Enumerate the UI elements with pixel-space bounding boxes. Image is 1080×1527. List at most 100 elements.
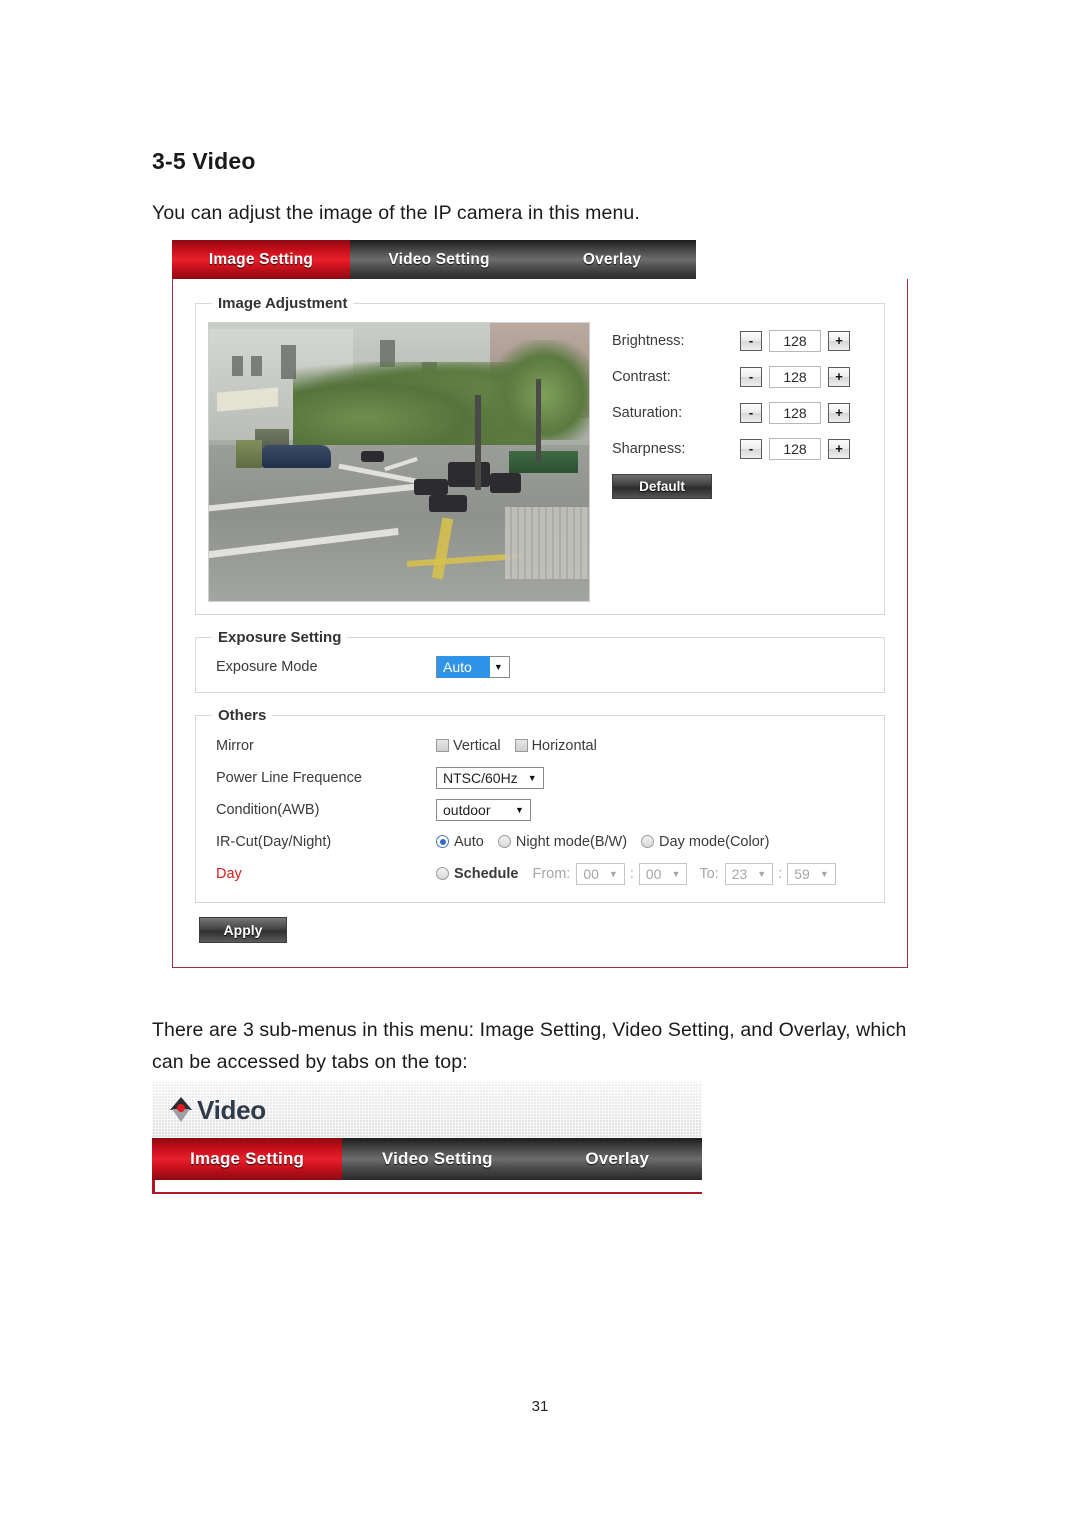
exposure-mode-label: Exposure Mode <box>216 659 318 675</box>
tab-overlay[interactable]: Overlay <box>528 240 696 279</box>
chevron-down-icon: ▼ <box>527 773 537 783</box>
tab-image-setting[interactable]: Image Setting <box>152 1138 343 1180</box>
tab-video-setting[interactable]: Video Setting <box>342 1138 532 1180</box>
apply-button[interactable]: Apply <box>199 917 287 943</box>
control-row-sharpness: Sharpness: - 128 + <box>612 438 850 460</box>
power-line-row: Power Line Frequence NTSC/60Hz ▼ <box>208 762 872 794</box>
video-logo-text: Video <box>197 1094 266 1125</box>
video-logo-icon <box>168 1097 194 1123</box>
from-label: From: <box>532 866 571 882</box>
mirror-vertical-checkbox[interactable]: Vertical <box>436 738 501 754</box>
control-row-brightness: Brightness: - 128 + <box>612 330 850 352</box>
ircut-auto-radio[interactable]: Auto <box>436 834 484 850</box>
radio-icon <box>641 835 655 848</box>
ircut-night-label: Night mode(B/W) <box>515 834 628 850</box>
sharpness-plus-button[interactable]: + <box>828 439 850 459</box>
ircut-auto-label: Auto <box>454 834 484 850</box>
exposure-setting-group: Exposure Setting Exposure Mode Auto ▼ <box>195 629 885 693</box>
tab-image-setting[interactable]: Image Setting <box>172 240 350 279</box>
to-hour-select[interactable]: 23 ▼ <box>724 863 774 885</box>
time-colon: : <box>778 866 783 882</box>
adjustment-controls: Brightness: - 128 + Contrast: - 128 + Sa… <box>612 322 850 602</box>
sharpness-stepper: - 128 + <box>740 438 850 460</box>
exposure-mode-value: Auto <box>437 656 490 678</box>
default-button[interactable]: Default <box>612 474 712 499</box>
from-hour-select[interactable]: 00 ▼ <box>576 863 625 885</box>
image-adjustment-legend: Image Adjustment <box>218 295 348 312</box>
sharpness-input[interactable]: 128 <box>769 438 821 460</box>
page-number: 31 <box>531 1398 549 1415</box>
contrast-label: Contrast: <box>612 369 671 385</box>
intro-paragraph: You can adjust the image of the IP camer… <box>152 202 640 224</box>
settings-panel: Image Adjustment Brightness: - 128 + Con… <box>172 279 908 968</box>
radio-icon <box>497 835 511 848</box>
to-minute-select[interactable]: 59 ▼ <box>787 863 836 885</box>
saturation-plus-button[interactable]: + <box>828 403 850 423</box>
ircut-day-label: Day mode(Color) <box>659 834 770 850</box>
mirror-label: Mirror <box>216 738 254 754</box>
saturation-minus-button[interactable]: - <box>740 403 762 423</box>
chevron-down-icon: ▼ <box>608 869 618 879</box>
radio-selected-icon <box>436 835 449 848</box>
chevron-down-icon: ▼ <box>515 805 524 815</box>
condition-awb-label: Condition(AWB) <box>216 802 320 818</box>
tab-underline <box>152 1180 702 1194</box>
from-minute-value: 00 <box>645 866 662 882</box>
from-hour-value: 00 <box>583 866 599 882</box>
exposure-setting-legend: Exposure Setting <box>218 629 342 646</box>
page-title: 3-5 Video <box>152 148 256 174</box>
brightness-plus-button[interactable]: + <box>828 331 850 351</box>
mirror-horizontal-checkbox[interactable]: Horizontal <box>514 738 597 754</box>
chevron-down-icon: ▼ <box>493 662 503 672</box>
exposure-mode-select[interactable]: Auto ▼ <box>436 656 510 678</box>
contrast-minus-button[interactable]: - <box>740 367 762 387</box>
sharpness-minus-button[interactable]: - <box>740 439 762 459</box>
from-minute-select[interactable]: 00 ▼ <box>638 863 688 885</box>
brightness-minus-button[interactable]: - <box>740 331 762 351</box>
tab-bar-bottom: Image Setting Video Setting Overlay <box>152 1138 702 1180</box>
power-line-value: NTSC/60Hz <box>443 770 518 786</box>
tab-overlay[interactable]: Overlay <box>532 1138 702 1180</box>
others-legend: Others <box>218 707 267 724</box>
image-adjustment-group: Image Adjustment Brightness: - 128 + Con… <box>195 295 885 615</box>
saturation-label: Saturation: <box>612 405 683 421</box>
camera-preview-image <box>208 322 590 602</box>
ircut-night-radio[interactable]: Night mode(B/W) <box>497 834 628 850</box>
others-group: Others Mirror Vertical Horizontal Power … <box>195 707 885 903</box>
screenshot-image-setting-page: Image Setting Video Setting Overlay Imag… <box>172 240 908 968</box>
contrast-plus-button[interactable]: + <box>828 367 850 387</box>
brightness-label: Brightness: <box>612 333 685 349</box>
chevron-down-icon: ▼ <box>819 869 829 879</box>
to-hour-value: 23 <box>731 866 748 882</box>
schedule-label: Schedule <box>454 866 519 882</box>
ircut-day-radio[interactable]: Day mode(Color) <box>641 834 769 850</box>
to-minute-value: 59 <box>794 866 810 882</box>
condition-awb-row: Condition(AWB) outdoor ▼ <box>208 794 872 826</box>
mirror-vertical-label: Vertical <box>453 738 501 754</box>
schedule-row: Day Schedule From: 00 ▼ : 00 ▼ To: 23 ▼ … <box>208 858 872 890</box>
mirror-horizontal-label: Horizontal <box>531 738 597 754</box>
ircut-label: IR-Cut(Day/Night) <box>216 834 332 850</box>
chevron-down-icon: ▼ <box>671 869 681 879</box>
brightness-stepper: - 128 + <box>740 330 850 352</box>
tab-video-setting[interactable]: Video Setting <box>350 240 528 279</box>
chevron-down-icon: ▼ <box>757 869 767 879</box>
submenu-paragraph: There are 3 sub-menus in this menu: Imag… <box>152 1019 907 1073</box>
control-row-saturation: Saturation: - 128 + <box>612 402 850 424</box>
contrast-stepper: - 128 + <box>740 366 850 388</box>
exposure-mode-row: Exposure Mode Auto ▼ <box>208 652 872 680</box>
saturation-input[interactable]: 128 <box>769 402 821 424</box>
radio-icon <box>436 867 449 880</box>
day-status-label: Day <box>216 866 242 882</box>
schedule-radio[interactable]: Schedule <box>436 866 526 882</box>
condition-awb-select[interactable]: outdoor ▼ <box>436 799 531 821</box>
saturation-stepper: - 128 + <box>740 402 850 424</box>
contrast-input[interactable]: 128 <box>769 366 821 388</box>
brightness-input[interactable]: 128 <box>769 330 821 352</box>
condition-awb-value: outdoor <box>443 802 491 818</box>
mirror-row: Mirror Vertical Horizontal <box>208 730 872 762</box>
screenshot-video-tabs: Video Image Setting Video Setting Overla… <box>152 1082 702 1194</box>
power-line-select[interactable]: NTSC/60Hz ▼ <box>436 767 544 789</box>
video-logo-bar: Video <box>152 1082 702 1138</box>
ircut-row: IR-Cut(Day/Night) Auto Night mode(B/W) D… <box>208 826 872 858</box>
